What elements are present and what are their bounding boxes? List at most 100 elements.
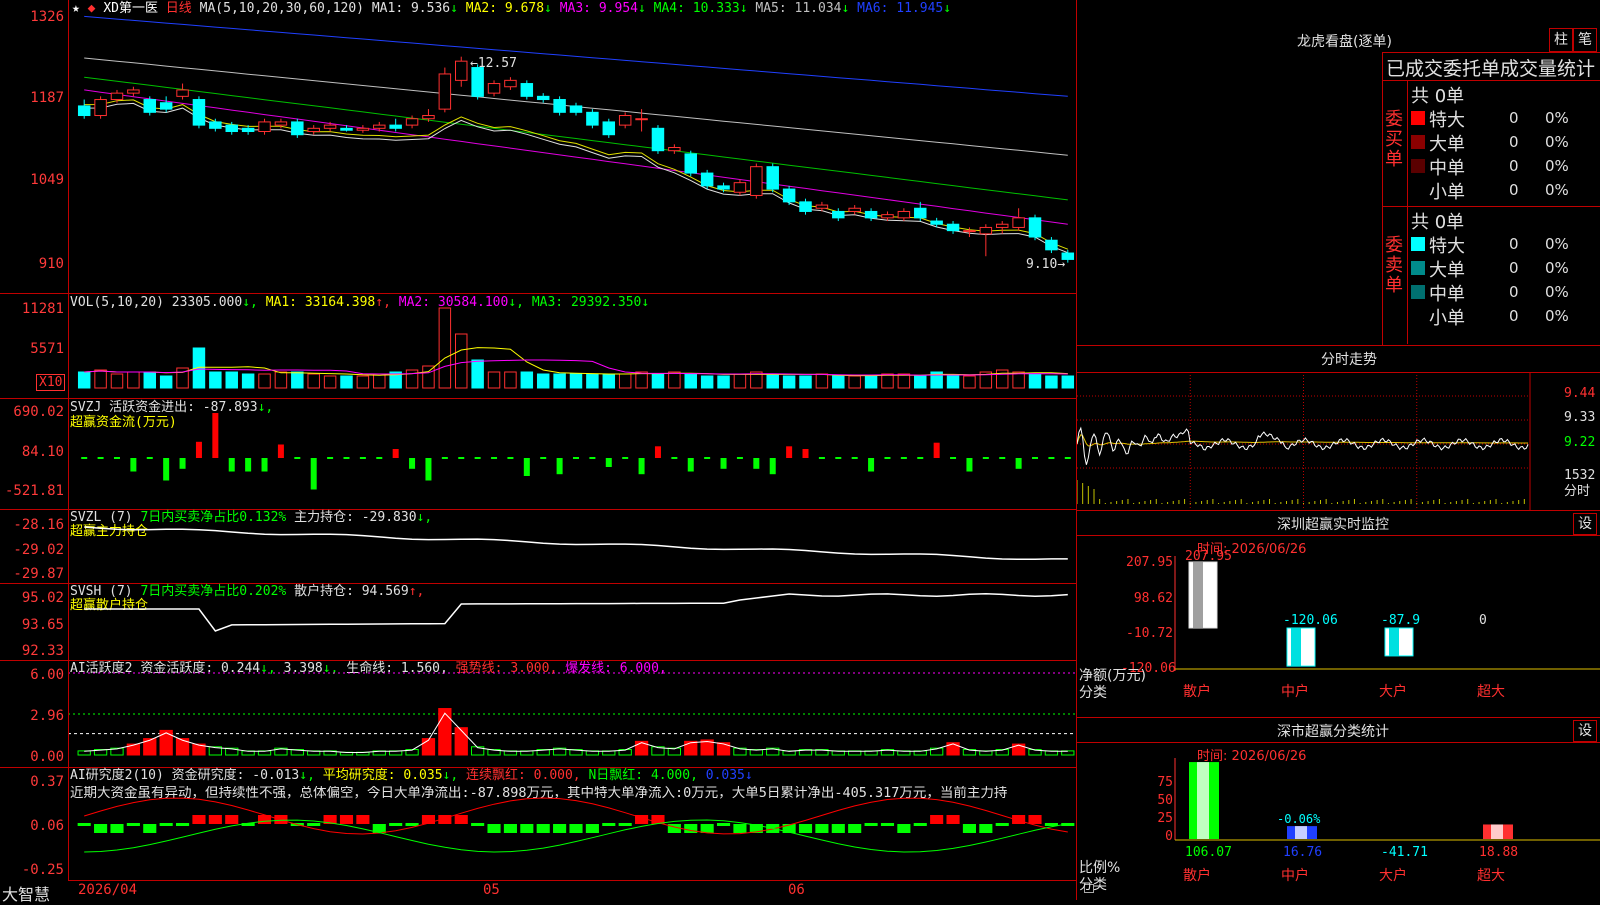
sell-orders-label: 委卖单 [1385,235,1403,296]
order-count: 0 [1509,283,1519,301]
lhkp-title: 龙虎看盘(逐单) [1297,34,1392,50]
timeshare-chart[interactable] [1077,372,1600,510]
flow-bar [245,458,252,472]
volume-bar [110,373,124,389]
svzj-pane[interactable]: 690.02 84.10 -521.81 SVZJ 活跃资金进出: -87.89… [0,399,1076,509]
mon-bar-shade [1389,628,1399,656]
research-bar [979,824,993,833]
bar-mode-button[interactable]: 柱 [1549,28,1573,52]
classify-panel[interactable]: 深市超赢分类统计 设 时间: 2026/06/26 75 50 25 0 比例%… [1077,718,1600,900]
flow-bar [146,457,153,459]
flow-bar [622,457,629,459]
fs-vol-label: 分时 [1564,484,1591,499]
volume-chart[interactable] [68,294,1076,398]
flow-bar [1032,457,1039,459]
ai-activity-pane[interactable]: 6.00 2.96 0.00 AI活跃度2 资金活跃度: 0.244↓, 3.3… [0,661,1076,767]
ai-research-chart[interactable] [68,768,1076,880]
research-bar [716,823,731,826]
flow-bar [507,457,514,459]
candle-body [291,121,304,136]
flow-bar [589,457,596,459]
volume-bar [717,375,730,389]
mon-value-label: 0 [1479,613,1487,628]
candle-body [536,95,550,101]
flow-bar [999,457,1006,459]
research-bar [208,815,222,824]
volume-bar [668,371,681,389]
candle-body [700,172,714,187]
volume-bar [963,375,976,389]
candle-body [307,127,320,133]
last-price-label: 9.10→ [1026,257,1066,272]
research-bar [389,823,403,826]
brand-logo: 大智慧 [2,885,51,904]
flow-bar [310,458,317,490]
flow-bar [687,458,694,472]
candle-body [881,214,894,219]
candle-body [979,226,993,235]
research-bar [569,824,583,833]
volume-bar [782,375,796,389]
candle-body [618,115,632,126]
ai-research-pane[interactable]: 0.37 0.06 -0.25 AI研究度2(10) 资金研究度: -0.013… [0,768,1076,880]
flow-bar [671,457,678,459]
order-name: 小单 [1429,182,1465,203]
candle-body [782,188,796,203]
vol-ma-line [84,347,1068,377]
candle-body [930,220,943,225]
svzj-chart[interactable] [68,399,1076,509]
ai-activity-chart[interactable] [68,661,1076,767]
candlestick-chart[interactable] [68,0,1076,293]
cls-cat-label: 超大 [1477,868,1505,884]
x-tick-label: 06 [788,882,805,898]
classify-bar-chart[interactable]: 106.07 散户 16.76 中户 -41.71 大户 18.88 超大 -0.06% [1077,718,1600,900]
volume-bar [733,373,747,389]
ai1-axis-tick: 6.00 [30,667,64,683]
volume-bar [422,365,435,389]
flow-bar [163,458,170,481]
volume-bar [897,373,911,389]
research-bar [930,815,944,824]
monitor-bar-chart[interactable]: 207.95 散户 -120.06 中户 -87.9 大户 0 超大 [1077,511,1600,717]
flow-bar [753,458,760,469]
research-bar [946,815,960,824]
volume-bar [832,375,845,389]
volume-pane[interactable]: 11281 5571 X10 VOL(5,10,20) 23305.000↓, … [0,294,1076,398]
volume-bar [455,333,468,389]
flow-bar [933,442,940,458]
flow-bar [917,457,924,459]
high-price-label: ←12.57 [470,56,517,71]
monitor-panel[interactable]: 深圳超赢实时监控 设 时间: 2026/06/26 207.95 98.62 -… [1077,511,1600,717]
research-bar [1028,815,1042,824]
flow-bar [113,457,120,459]
cls-cat-label: 大户 [1379,867,1407,884]
cls-value-label: -41.71 [1381,845,1428,860]
candle-body [340,127,353,131]
svzl-chart[interactable] [68,510,1076,583]
svzl-axis-tick: -29.87 [13,566,64,582]
volume-bar [258,373,271,389]
size-color-swatch [1411,261,1425,275]
svzl-pane[interactable]: -28.16 -29.02 -29.87 SVZL (7) 7日内买卖净占比0.… [0,510,1076,583]
flow-bar [277,444,284,458]
order-count: 0 [1509,307,1519,325]
flow-bar [966,458,973,472]
timeshare-panel[interactable]: 分时走势 9.44 9.33 9.22 1532 分时 [1077,346,1600,510]
candle-body [438,73,452,110]
svsh-pane[interactable]: 95.02 93.65 92.33 SVSH (7) 7日内买卖净占比0.202… [0,584,1076,660]
mon-cat-label: 散户 [1183,683,1211,700]
research-bar [176,823,190,826]
svsh-chart[interactable] [68,584,1076,660]
research-bar [307,823,321,826]
volume-bar [881,373,894,389]
volume-bar [356,375,370,389]
volume-bar [799,375,812,389]
price-pane[interactable]: 1326 1187 1049 910 ★ ◆ XD第一医 日线 MA(5,10,… [0,0,1076,293]
tick-mode-button[interactable]: 笔 [1573,28,1597,52]
price-axis-tick: 1049 [30,172,64,188]
research-bar [339,815,354,824]
volume-bar [553,373,566,389]
flow-bar [409,458,416,469]
order-pct: 0% [1545,259,1569,277]
volume-bar [307,373,320,389]
